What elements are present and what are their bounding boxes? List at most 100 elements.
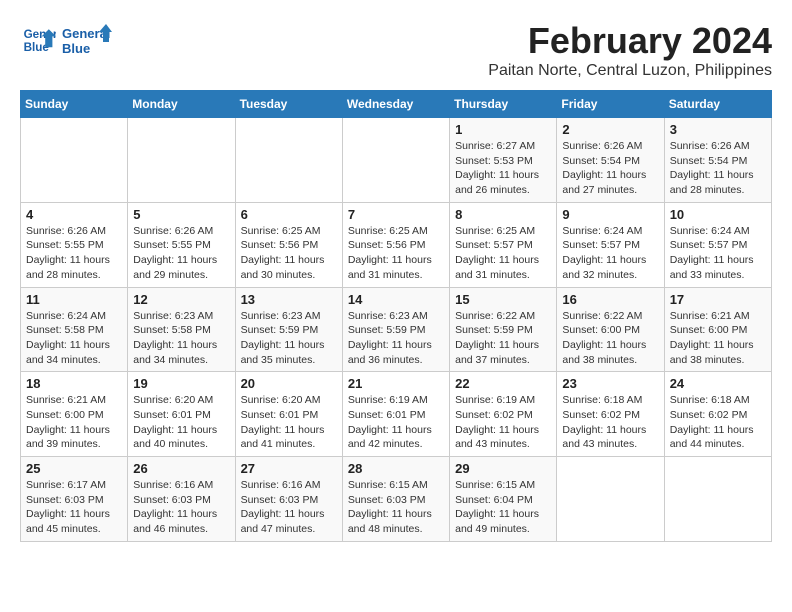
calendar-week-row: 11 Sunrise: 6:24 AM Sunset: 5:58 PM Dayli… — [21, 287, 772, 372]
header: General Blue General Blue General Blue F… — [20, 20, 772, 80]
day-info: Sunrise: 6:25 AM Sunset: 5:56 PM Dayligh… — [241, 224, 337, 283]
day-info: Sunrise: 6:26 AM Sunset: 5:54 PM Dayligh… — [670, 139, 766, 198]
calendar-cell — [342, 118, 449, 203]
day-number: 4 — [26, 207, 122, 222]
day-info: Sunrise: 6:21 AM Sunset: 6:00 PM Dayligh… — [670, 309, 766, 368]
calendar-week-row: 4 Sunrise: 6:26 AM Sunset: 5:55 PM Daylig… — [21, 202, 772, 287]
day-info: Sunrise: 6:26 AM Sunset: 5:55 PM Dayligh… — [26, 224, 122, 283]
day-number: 16 — [562, 292, 658, 307]
day-header-monday: Monday — [128, 91, 235, 118]
day-number: 2 — [562, 122, 658, 137]
day-info: Sunrise: 6:20 AM Sunset: 6:01 PM Dayligh… — [241, 393, 337, 452]
day-number: 25 — [26, 461, 122, 476]
day-info: Sunrise: 6:24 AM Sunset: 5:58 PM Dayligh… — [26, 309, 122, 368]
calendar-cell: 7 Sunrise: 6:25 AM Sunset: 5:56 PM Daylig… — [342, 202, 449, 287]
calendar-cell: 2 Sunrise: 6:26 AM Sunset: 5:54 PM Daylig… — [557, 118, 664, 203]
day-number: 10 — [670, 207, 766, 222]
calendar-cell — [128, 118, 235, 203]
day-info: Sunrise: 6:24 AM Sunset: 5:57 PM Dayligh… — [562, 224, 658, 283]
day-number: 12 — [133, 292, 229, 307]
day-info: Sunrise: 6:23 AM Sunset: 5:59 PM Dayligh… — [241, 309, 337, 368]
calendar-cell: 19 Sunrise: 6:20 AM Sunset: 6:01 PM Dayli… — [128, 372, 235, 457]
day-info: Sunrise: 6:18 AM Sunset: 6:02 PM Dayligh… — [562, 393, 658, 452]
day-number: 22 — [455, 376, 551, 391]
calendar-cell: 24 Sunrise: 6:18 AM Sunset: 6:02 PM Dayli… — [664, 372, 771, 457]
title-area: February 2024 Paitan Norte, Central Luzo… — [488, 20, 772, 80]
day-info: Sunrise: 6:20 AM Sunset: 6:01 PM Dayligh… — [133, 393, 229, 452]
day-number: 3 — [670, 122, 766, 137]
day-info: Sunrise: 6:24 AM Sunset: 5:57 PM Dayligh… — [670, 224, 766, 283]
calendar-cell: 5 Sunrise: 6:26 AM Sunset: 5:55 PM Daylig… — [128, 202, 235, 287]
calendar-table: SundayMondayTuesdayWednesdayThursdayFrid… — [20, 90, 772, 542]
day-number: 24 — [670, 376, 766, 391]
day-number: 28 — [348, 461, 444, 476]
day-info: Sunrise: 6:25 AM Sunset: 5:57 PM Dayligh… — [455, 224, 551, 283]
day-header-friday: Friday — [557, 91, 664, 118]
calendar-cell: 21Sunrise: 6:19 AM Sunset: 6:01 PM Dayli… — [342, 372, 449, 457]
day-number: 14 — [348, 292, 444, 307]
calendar-cell: 8 Sunrise: 6:25 AM Sunset: 5:57 PM Daylig… — [450, 202, 557, 287]
day-number: 21 — [348, 376, 444, 391]
calendar-cell: 17 Sunrise: 6:21 AM Sunset: 6:00 PM Dayli… — [664, 287, 771, 372]
calendar-cell: 3 Sunrise: 6:26 AM Sunset: 5:54 PM Daylig… — [664, 118, 771, 203]
day-number: 8 — [455, 207, 551, 222]
day-number: 19 — [133, 376, 229, 391]
calendar-cell: 13 Sunrise: 6:23 AM Sunset: 5:59 PM Dayli… — [235, 287, 342, 372]
day-info: Sunrise: 6:16 AM Sunset: 6:03 PM Dayligh… — [133, 478, 229, 537]
svg-text:Blue: Blue — [62, 41, 90, 56]
calendar-week-row: 18Sunrise: 6:21 AM Sunset: 6:00 PM Dayli… — [21, 372, 772, 457]
calendar-cell — [21, 118, 128, 203]
day-header-wednesday: Wednesday — [342, 91, 449, 118]
calendar-cell: 6Sunrise: 6:25 AM Sunset: 5:56 PM Daylig… — [235, 202, 342, 287]
day-info: Sunrise: 6:23 AM Sunset: 5:59 PM Dayligh… — [348, 309, 444, 368]
calendar-cell — [235, 118, 342, 203]
calendar-week-row: 25Sunrise: 6:17 AM Sunset: 6:03 PM Dayli… — [21, 457, 772, 542]
calendar-cell: 26 Sunrise: 6:16 AM Sunset: 6:03 PM Dayli… — [128, 457, 235, 542]
logo: General Blue General Blue General Blue — [20, 20, 112, 60]
day-number: 29 — [455, 461, 551, 476]
logo-icon: General Blue — [20, 22, 56, 58]
day-number: 26 — [133, 461, 229, 476]
day-info: Sunrise: 6:23 AM Sunset: 5:58 PM Dayligh… — [133, 309, 229, 368]
calendar-week-row: 1 Sunrise: 6:27 AM Sunset: 5:53 PM Daylig… — [21, 118, 772, 203]
day-header-tuesday: Tuesday — [235, 91, 342, 118]
day-number: 20 — [241, 376, 337, 391]
calendar-cell — [557, 457, 664, 542]
day-header-saturday: Saturday — [664, 91, 771, 118]
calendar-cell: 25Sunrise: 6:17 AM Sunset: 6:03 PM Dayli… — [21, 457, 128, 542]
calendar-cell: 16 Sunrise: 6:22 AM Sunset: 6:00 PM Dayli… — [557, 287, 664, 372]
calendar-header-row: SundayMondayTuesdayWednesdayThursdayFrid… — [21, 91, 772, 118]
day-number: 1 — [455, 122, 551, 137]
day-number: 7 — [348, 207, 444, 222]
day-header-sunday: Sunday — [21, 91, 128, 118]
day-number: 5 — [133, 207, 229, 222]
day-info: Sunrise: 6:18 AM Sunset: 6:02 PM Dayligh… — [670, 393, 766, 452]
day-number: 27 — [241, 461, 337, 476]
day-number: 15 — [455, 292, 551, 307]
day-info: Sunrise: 6:25 AM Sunset: 5:56 PM Dayligh… — [348, 224, 444, 283]
calendar-cell: 22Sunrise: 6:19 AM Sunset: 6:02 PM Dayli… — [450, 372, 557, 457]
calendar-cell: 20 Sunrise: 6:20 AM Sunset: 6:01 PM Dayli… — [235, 372, 342, 457]
day-info: Sunrise: 6:27 AM Sunset: 5:53 PM Dayligh… — [455, 139, 551, 198]
day-number: 13 — [241, 292, 337, 307]
calendar-cell: 9Sunrise: 6:24 AM Sunset: 5:57 PM Daylig… — [557, 202, 664, 287]
day-info: Sunrise: 6:16 AM Sunset: 6:03 PM Dayligh… — [241, 478, 337, 537]
day-number: 11 — [26, 292, 122, 307]
day-info: Sunrise: 6:26 AM Sunset: 5:55 PM Dayligh… — [133, 224, 229, 283]
main-title: February 2024 — [488, 20, 772, 62]
day-info: Sunrise: 6:22 AM Sunset: 6:00 PM Dayligh… — [562, 309, 658, 368]
day-number: 18 — [26, 376, 122, 391]
calendar-cell: 1 Sunrise: 6:27 AM Sunset: 5:53 PM Daylig… — [450, 118, 557, 203]
calendar-cell: 4 Sunrise: 6:26 AM Sunset: 5:55 PM Daylig… — [21, 202, 128, 287]
subtitle: Paitan Norte, Central Luzon, Philippines — [488, 62, 772, 80]
day-number: 23 — [562, 376, 658, 391]
calendar-cell: 12 Sunrise: 6:23 AM Sunset: 5:58 PM Dayli… — [128, 287, 235, 372]
day-info: Sunrise: 6:26 AM Sunset: 5:54 PM Dayligh… — [562, 139, 658, 198]
day-info: Sunrise: 6:22 AM Sunset: 5:59 PM Dayligh… — [455, 309, 551, 368]
day-info: Sunrise: 6:15 AM Sunset: 6:03 PM Dayligh… — [348, 478, 444, 537]
calendar-cell — [664, 457, 771, 542]
calendar-cell: 11 Sunrise: 6:24 AM Sunset: 5:58 PM Dayli… — [21, 287, 128, 372]
calendar-cell: 15 Sunrise: 6:22 AM Sunset: 5:59 PM Dayli… — [450, 287, 557, 372]
day-number: 17 — [670, 292, 766, 307]
logo-bird-icon: General Blue — [62, 20, 112, 60]
